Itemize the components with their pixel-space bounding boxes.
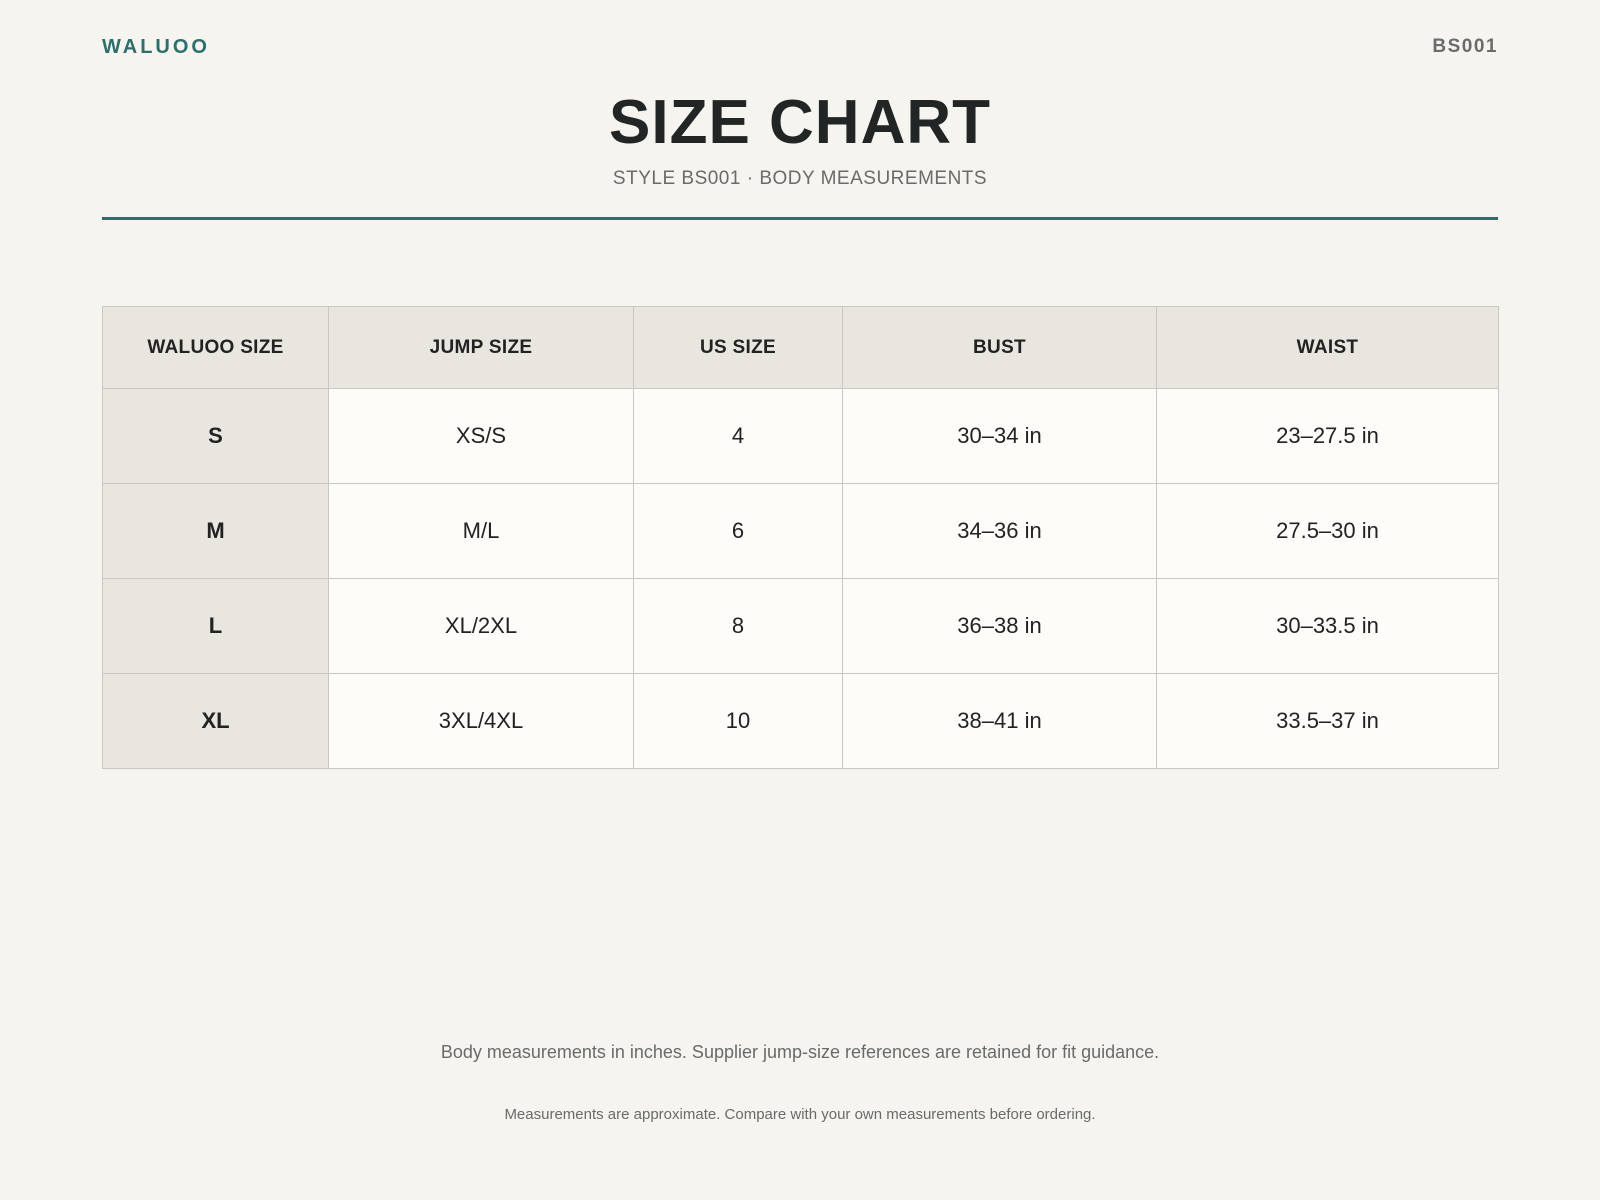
bust-cell: 34–36 in [842, 483, 1157, 579]
column-header-us-size: US SIZE [633, 306, 843, 389]
waluoo-size-cell: L [102, 578, 329, 674]
size-chart-page: WALUOO BS001 SIZE CHART STYLE BS001 · BO… [102, 0, 1499, 1200]
waist-cell: 23–27.5 in [1156, 388, 1499, 484]
jump-size-cell: 3XL/4XL [328, 673, 634, 769]
table-row: M M/L 6 34–36 in 27.5–30 in [102, 483, 1499, 579]
column-header-bust: BUST [842, 306, 1157, 389]
column-header-waluoo-size: WALUOO SIZE [102, 306, 329, 389]
table-row: XL 3XL/4XL 10 38–41 in 33.5–37 in [102, 673, 1499, 769]
bust-cell: 38–41 in [842, 673, 1157, 769]
us-size-cell: 10 [633, 673, 843, 769]
style-code: BS001 [1432, 36, 1498, 57]
jump-size-cell: M/L [328, 483, 634, 579]
waluoo-size-cell: S [102, 388, 329, 484]
table-header-row: WALUOO SIZE JUMP SIZE US SIZE BUST WAIST [102, 306, 1499, 389]
us-size-cell: 8 [633, 578, 843, 674]
us-size-cell: 6 [633, 483, 843, 579]
waluoo-size-cell: XL [102, 673, 329, 769]
brand-logo-text: WALUOO [102, 36, 210, 58]
jump-size-cell: XS/S [328, 388, 634, 484]
bust-cell: 30–34 in [842, 388, 1157, 484]
waist-cell: 30–33.5 in [1156, 578, 1499, 674]
column-header-waist: WAIST [1156, 306, 1499, 389]
us-size-cell: 4 [633, 388, 843, 484]
table-row: S XS/S 4 30–34 in 23–27.5 in [102, 388, 1499, 484]
title-divider [102, 217, 1498, 220]
disclaimer-text: Measurements are approximate. Compare wi… [504, 1106, 1096, 1123]
column-header-jump-size: JUMP SIZE [328, 306, 634, 389]
page-subtitle: STYLE BS001 · BODY MEASUREMENTS [612, 168, 988, 189]
size-table: WALUOO SIZE JUMP SIZE US SIZE BUST WAIST… [102, 306, 1499, 769]
jump-size-cell: XL/2XL [328, 578, 634, 674]
page-title: SIZE CHART [609, 88, 991, 157]
bust-cell: 36–38 in [842, 578, 1157, 674]
waist-cell: 27.5–30 in [1156, 483, 1499, 579]
waist-cell: 33.5–37 in [1156, 673, 1499, 769]
measurement-note: Body measurements in inches. Supplier ju… [440, 1042, 1160, 1062]
table-row: L XL/2XL 8 36–38 in 30–33.5 in [102, 578, 1499, 674]
waluoo-size-cell: M [102, 483, 329, 579]
top-bar: WALUOO BS001 [102, 36, 1498, 62]
